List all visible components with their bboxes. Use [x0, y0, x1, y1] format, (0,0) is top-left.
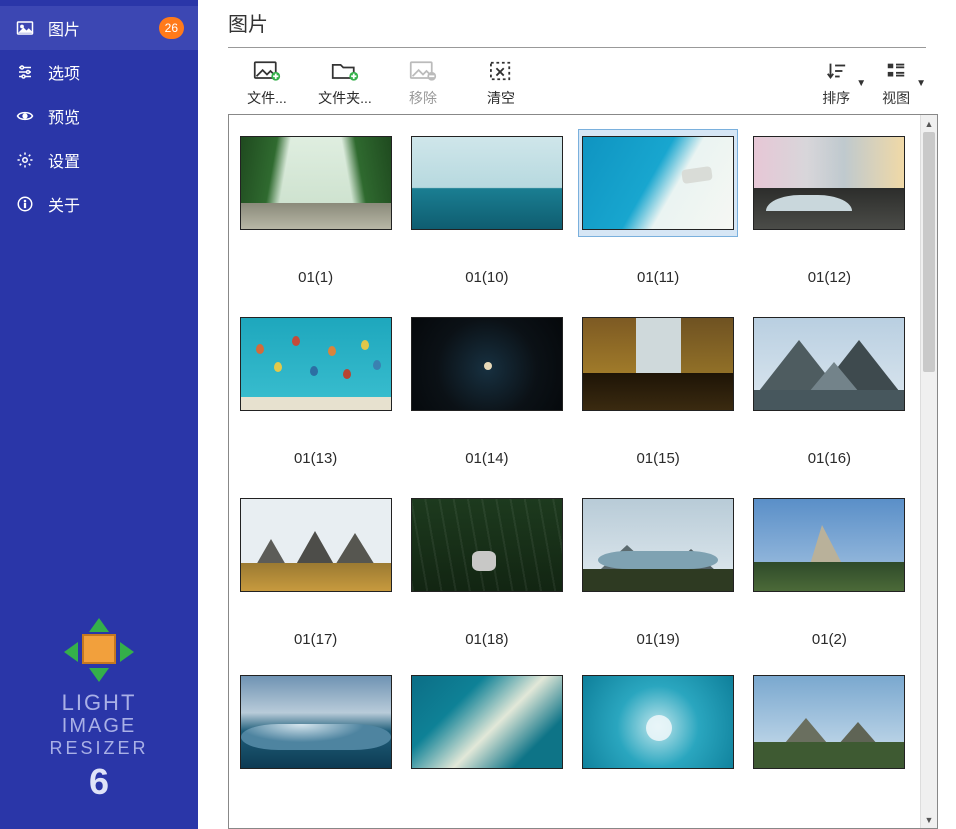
clear-button[interactable]: 清空	[462, 58, 540, 108]
thumbnail-item[interactable]: 01(11)	[578, 129, 739, 286]
thumbnail-grid-container: 01(1) 01(10) 01(11) 01(12)	[228, 114, 938, 829]
thumbnail-item[interactable]: 01(16)	[749, 310, 910, 467]
thumbnail-item[interactable]: 01(14)	[406, 310, 567, 467]
nav-label: 图片	[48, 16, 159, 40]
thumbnail-grid[interactable]: 01(1) 01(10) 01(11) 01(12)	[229, 115, 920, 828]
sort-icon	[824, 58, 848, 84]
nav-label: 设置	[48, 148, 184, 172]
thumbnail-label: 01(18)	[465, 631, 508, 648]
thumbnail-item[interactable]	[235, 672, 396, 772]
scrollbar-thumb[interactable]	[923, 132, 935, 372]
thumbnail-label: 01(16)	[808, 450, 851, 467]
view-button[interactable]: 视图 ▼	[882, 58, 926, 108]
brand-line: RESIZER	[0, 738, 198, 759]
brand-line: LIGHT	[0, 690, 198, 715]
page-title: 图片	[198, 0, 956, 39]
thumbnail-item[interactable]: 01(1)	[235, 129, 396, 286]
toolbar-label: 文件夹...	[318, 88, 372, 108]
thumbnail-item[interactable]: 01(17)	[235, 491, 396, 648]
image-add-icon	[253, 58, 281, 84]
thumbnail-item[interactable]: 01(15)	[578, 310, 739, 467]
remove-button[interactable]: 移除	[384, 58, 462, 108]
thumbnail-item[interactable]	[406, 672, 567, 772]
thumbnail-label: 01(13)	[294, 450, 337, 467]
thumbnail-label: 01(19)	[636, 631, 679, 648]
thumbnail-item[interactable]: 01(19)	[578, 491, 739, 648]
scroll-up-button[interactable]: ▲	[921, 115, 937, 132]
app-version: 6	[0, 761, 198, 803]
toolbar-label: 视图	[882, 88, 910, 108]
sliders-icon	[14, 63, 36, 81]
sort-button[interactable]: 排序 ▼	[822, 58, 866, 108]
thumbnail-item[interactable]: 01(13)	[235, 310, 396, 467]
thumbnail-item[interactable]: 01(10)	[406, 129, 567, 286]
toolbar: 文件... 文件夹... 移除 清空 排序	[198, 48, 956, 114]
info-icon	[14, 195, 36, 213]
thumbnail-label: 01(14)	[465, 450, 508, 467]
nav-options[interactable]: 选项	[0, 50, 198, 94]
image-count-badge: 26	[159, 17, 184, 39]
view-icon	[884, 58, 908, 84]
thumbnail-label: 01(12)	[808, 269, 851, 286]
image-icon	[14, 19, 36, 37]
nav-label: 选项	[48, 60, 184, 84]
thumbnail-item[interactable]	[578, 672, 739, 772]
add-folder-button[interactable]: 文件夹...	[306, 58, 384, 108]
chevron-down-icon: ▼	[916, 78, 926, 89]
thumbnail-label: 01(15)	[636, 450, 679, 467]
nav-settings[interactable]: 设置	[0, 138, 198, 182]
main-panel: 图片 文件... 文件夹... 移除 清空	[198, 0, 956, 829]
thumbnail-label: 01(11)	[637, 269, 679, 286]
thumbnail-item[interactable]	[749, 672, 910, 772]
eye-icon	[14, 107, 36, 125]
nav-images[interactable]: 图片 26	[0, 6, 198, 50]
brand-line: IMAGE	[0, 715, 198, 738]
thumbnail-label: 01(17)	[294, 631, 337, 648]
nav-label: 关于	[48, 192, 184, 216]
toolbar-label: 清空	[487, 88, 515, 108]
nav-label: 预览	[48, 104, 184, 128]
chevron-down-icon: ▼	[856, 78, 866, 89]
scroll-down-button[interactable]: ▼	[921, 811, 937, 828]
thumbnail-label: 01(10)	[465, 269, 508, 286]
toolbar-label: 文件...	[247, 88, 287, 108]
clear-icon	[487, 58, 515, 84]
nav-preview[interactable]: 预览	[0, 94, 198, 138]
toolbar-label: 移除	[409, 88, 437, 108]
thumbnail-label: 01(2)	[812, 631, 847, 648]
sidebar: 图片 26 选项 预览 设置 关于	[0, 0, 198, 829]
thumbnail-item[interactable]: 01(18)	[406, 491, 567, 648]
app-brand: LIGHT IMAGE RESIZER 6	[0, 602, 198, 829]
gear-icon	[14, 151, 36, 169]
thumbnail-item[interactable]: 01(2)	[749, 491, 910, 648]
folder-add-icon	[331, 58, 359, 84]
nav-about[interactable]: 关于	[0, 182, 198, 226]
app-name: LIGHT IMAGE RESIZER	[0, 690, 198, 759]
thumbnail-item[interactable]: 01(12)	[749, 129, 910, 286]
toolbar-label: 排序	[822, 88, 850, 108]
scrollbar[interactable]: ▲ ▼	[920, 115, 937, 828]
nav-list: 图片 26 选项 预览 设置 关于	[0, 0, 198, 226]
image-remove-icon	[409, 58, 437, 84]
add-file-button[interactable]: 文件...	[228, 58, 306, 108]
app-logo-icon	[64, 620, 134, 680]
thumbnail-label: 01(1)	[298, 269, 333, 286]
